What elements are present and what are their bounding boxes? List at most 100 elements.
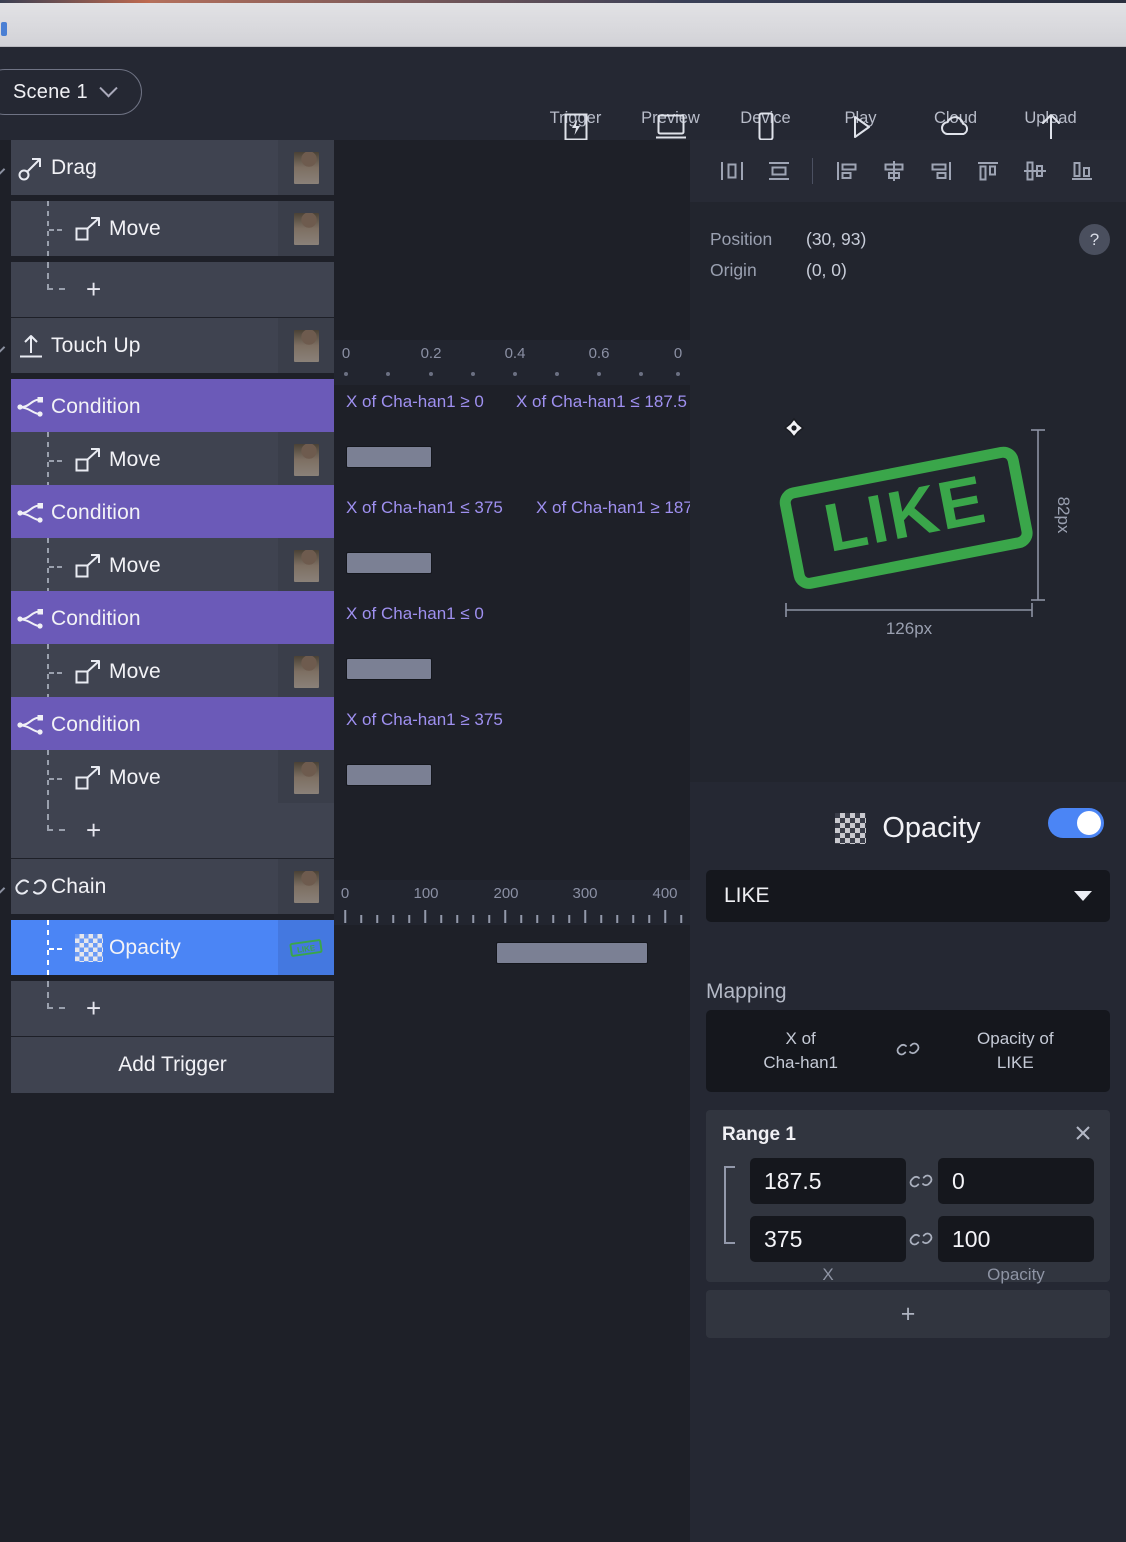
tree-row-action-move-3[interactable]: Move: [11, 538, 334, 594]
ruler-label: 400: [652, 885, 678, 902]
timeline-panel: 0 0.2 0.4 0.6 0 X of Cha-han1 ≥ 0 X of C…: [334, 140, 707, 1542]
chain-link-icon: [906, 1216, 936, 1262]
range-bracket: [724, 1166, 735, 1244]
toolbar-button-cloud[interactable]: Cloud: [908, 57, 1003, 135]
tree-row-condition-1[interactable]: Condition: [11, 379, 334, 435]
ruler-dot: [386, 372, 390, 376]
tree-guide-tick: [49, 777, 65, 780]
timeline-clip[interactable]: [346, 446, 432, 468]
tree-guide-corner: [47, 262, 65, 290]
mapping-source: X of Cha-han1: [726, 1027, 876, 1075]
row-thumbnail: [278, 432, 334, 487]
tree-row-trigger-chain[interactable]: Chain: [11, 859, 334, 915]
tree-row-add-action-1[interactable]: +: [11, 262, 334, 318]
toolbar-actions: Trigger Preview Device Play Cloud Upload: [528, 57, 1098, 141]
timeline-clip[interactable]: [346, 658, 432, 680]
range-from-x-input[interactable]: 187.5: [750, 1158, 906, 1204]
timeline-clip[interactable]: [346, 764, 432, 786]
scene-selector[interactable]: Scene 1: [0, 69, 142, 115]
ruler-dot: [555, 372, 559, 376]
like-object-preview: LIKE 82px 126px: [779, 417, 1073, 638]
ruler-label: 100: [413, 885, 439, 902]
titlebar-edge-right: [150, 0, 1126, 3]
chevron-down-icon: [99, 78, 118, 97]
move-icon: [69, 658, 109, 686]
toolbar-button-upload[interactable]: Upload: [1003, 57, 1098, 139]
ruler-tick-minor: [648, 915, 650, 923]
chain-link-icon: [906, 1158, 936, 1204]
ruler-tick-major: [344, 910, 346, 923]
ruler-dot: [513, 372, 517, 376]
object-canvas[interactable]: Position (30, 93) Origin (0, 0) ? LIKE 82p…: [690, 202, 1126, 782]
align-top-icon[interactable]: [964, 151, 1011, 191]
align-distribute-horizontal-icon[interactable]: [708, 151, 755, 191]
align-center-vertical-icon[interactable]: [1011, 151, 1058, 191]
toolbar-button-device[interactable]: Device: [718, 57, 813, 141]
tree-label: Opacity: [109, 935, 181, 959]
ruler-tick-minor: [632, 915, 634, 923]
align-right-icon[interactable]: [917, 151, 964, 191]
tree-label: Move: [109, 765, 161, 789]
ruler-tick-minor: [680, 915, 682, 923]
opacity-header: Opacity: [690, 802, 1126, 854]
tree-row-action-move-1[interactable]: Move: [11, 201, 334, 257]
timeline-clip-opacity[interactable]: [496, 942, 648, 964]
titlebar-edge-left: [0, 0, 150, 3]
tree-row-trigger-drag[interactable]: Drag: [11, 140, 334, 196]
ruler-label: 300: [572, 885, 598, 902]
ruler-tick-minor: [536, 915, 538, 923]
mapping-target-line2: LIKE: [996, 1053, 1034, 1072]
timeline-ruler-bottom[interactable]: 0 100 200 300 400: [334, 880, 698, 925]
timeline-condition-label: X of Cha-han1 ≥ 187.5: [536, 498, 707, 517]
align-center-horizontal-icon[interactable]: [870, 151, 917, 191]
tree-row-action-move-2[interactable]: Move: [11, 432, 334, 488]
opacity-target-select[interactable]: LIKE: [706, 870, 1110, 922]
range-from-opacity-input[interactable]: 0: [938, 1158, 1094, 1204]
collapse-toggle-chain[interactable]: [0, 880, 10, 901]
mapping-target-line1: Opacity of: [977, 1029, 1054, 1048]
row-thumbnail: [278, 318, 334, 373]
ruler-label: 0.6: [588, 345, 610, 362]
tree-row-condition-2[interactable]: Condition: [11, 485, 334, 541]
condition-icon: [11, 500, 51, 526]
tree-row-trigger-touch-up[interactable]: Touch Up: [11, 318, 334, 374]
tree-row-add-action-2[interactable]: +: [11, 803, 334, 859]
tree-row-condition-3[interactable]: Condition: [11, 591, 334, 647]
ruler-tick-major: [424, 910, 426, 923]
mapping-box[interactable]: X of Cha-han1 Opacity of LIKE: [706, 1010, 1110, 1092]
chain-link-icon: [11, 874, 51, 900]
collapse-toggle-drag[interactable]: [0, 161, 10, 182]
add-trigger-button[interactable]: Add Trigger: [11, 1037, 334, 1093]
add-range-button[interactable]: +: [706, 1290, 1110, 1338]
close-icon[interactable]: [1070, 1120, 1096, 1146]
toolbar-button-play[interactable]: Play: [813, 57, 908, 138]
timeline-clip[interactable]: [346, 552, 432, 574]
range-to-x-input[interactable]: 375: [750, 1216, 906, 1262]
toolbar-button-preview[interactable]: Preview: [623, 57, 718, 139]
toolbar-button-trigger[interactable]: Trigger: [528, 57, 623, 141]
tree-row-action-move-5[interactable]: Move: [11, 750, 334, 806]
mapping-source-line2: Cha-han1: [763, 1053, 838, 1072]
row-thumbnail: [278, 538, 334, 593]
opacity-toggle[interactable]: [1048, 808, 1104, 838]
opacity-target-value: LIKE: [724, 884, 770, 907]
range-to-opacity-input[interactable]: 100: [938, 1216, 1094, 1262]
collapse-toggle-touchup[interactable]: [0, 339, 10, 360]
scene-label: Scene 1: [13, 80, 88, 103]
align-distribute-vertical-icon[interactable]: [755, 151, 802, 191]
tree-row-condition-4[interactable]: Condition: [11, 697, 334, 753]
ruler-label: 0.4: [504, 345, 526, 362]
plus-icon: +: [86, 274, 102, 304]
tree-row-action-move-4[interactable]: Move: [11, 644, 334, 700]
drag-arrow-icon: [11, 153, 51, 183]
row-thumbnail: [278, 140, 334, 195]
tree-label: Move: [109, 659, 161, 683]
row-thumbnail: [278, 859, 334, 914]
move-crosshair-icon: [783, 417, 805, 439]
timeline-ruler-top[interactable]: 0 0.2 0.4 0.6 0: [334, 340, 690, 385]
align-bottom-icon[interactable]: [1058, 151, 1105, 191]
tree-row-add-action-3[interactable]: +: [11, 981, 334, 1037]
align-left-icon[interactable]: [823, 151, 870, 191]
move-icon: [69, 552, 109, 580]
tree-row-action-opacity-selected[interactable]: Opacity LIKE: [11, 920, 334, 976]
